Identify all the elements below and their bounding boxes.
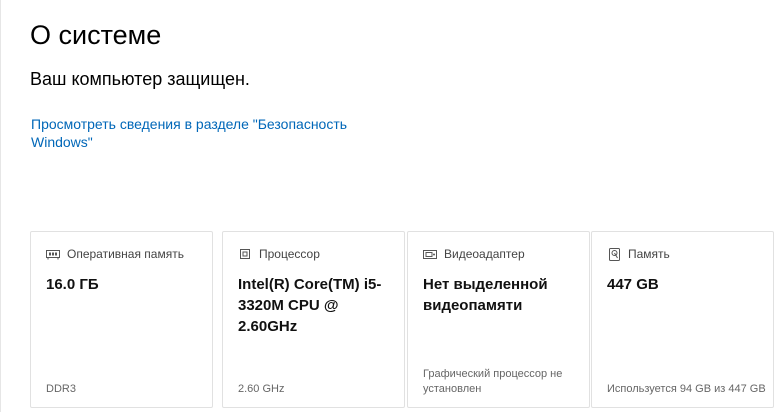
video-adapter-card[interactable]: Видеоадаптер Нет выделенной видеопамяти … [407, 231, 590, 408]
processor-card-label: Процессор [259, 247, 320, 261]
spec-cards: Оперативная память 16.0 ГБ DDR3 Процессо… [30, 231, 775, 412]
video-adapter-card-label: Видеоадаптер [444, 247, 525, 261]
page-title: О системе [30, 20, 162, 50]
storage-icon [607, 247, 621, 261]
left-divider [0, 0, 1, 412]
processor-card[interactable]: Процессор Intel(R) Core(TM) i5-3320M CPU… [222, 231, 405, 408]
processor-card-header: Процессор [238, 247, 320, 261]
storage-card-label: Память [628, 247, 670, 261]
ram-card-value: 16.0 ГБ [46, 276, 99, 293]
ram-card-label: Оперативная память [67, 247, 184, 261]
storage-card-value: 447 GB [607, 276, 659, 293]
storage-card[interactable]: Память 447 GB Используется 94 GB из 447 … [591, 231, 774, 408]
ram-icon [46, 247, 60, 261]
video-adapter-card-footer: Графический процессор не установлен [423, 368, 563, 395]
video-adapter-card-value: Нет выделенной видеопамяти [423, 276, 548, 314]
ram-card-header: Оперативная память [46, 247, 184, 261]
processor-card-value: Intel(R) Core(TM) i5-3320M CPU @ 2.60GHz [238, 276, 382, 335]
video-adapter-icon [423, 247, 437, 261]
processor-icon [238, 247, 252, 261]
video-adapter-card-header: Видеоадаптер [423, 247, 525, 261]
ram-card-footer: DDR3 [46, 383, 76, 395]
windows-security-link[interactable]: Просмотреть сведения в разделе "Безопасн… [31, 115, 371, 151]
security-status-text: Ваш компьютер защищен. [30, 69, 250, 89]
storage-card-footer: Используется 94 GB из 447 GB [607, 383, 766, 395]
storage-card-header: Память [607, 247, 670, 261]
ram-card[interactable]: Оперативная память 16.0 ГБ DDR3 [30, 231, 213, 408]
processor-card-footer: 2.60 GHz [238, 383, 285, 395]
